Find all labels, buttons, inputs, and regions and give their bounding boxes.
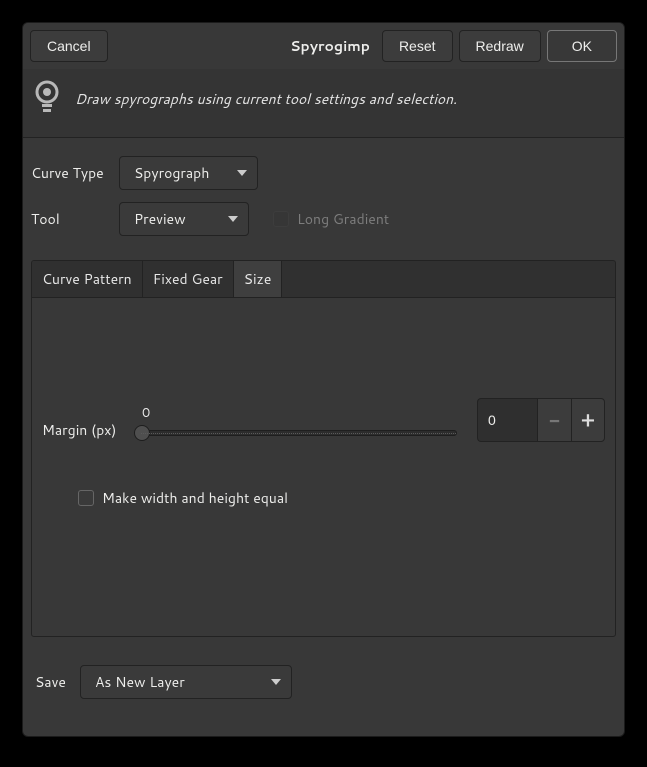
curve-type-combo[interactable]: Spyrograph — [119, 156, 258, 190]
margin-decrement-button[interactable]: − — [537, 398, 571, 442]
dialog-title: Spyrogimp — [114, 36, 370, 56]
equal-wh-checkbox[interactable] — [78, 490, 94, 506]
dialog-body: Curve Type Spyrograph Tool Preview Long … — [23, 138, 624, 736]
tab-fixed-gear[interactable]: Fixed Gear — [143, 261, 234, 297]
tab-curve-pattern[interactable]: Curve Pattern — [32, 261, 143, 297]
margin-label: Margin (px) — [42, 420, 117, 440]
save-combo[interactable]: As New Layer — [80, 665, 292, 699]
tab-strip-spacer — [282, 261, 615, 297]
curve-type-row: Curve Type Spyrograph — [27, 150, 620, 196]
tool-value: Preview — [134, 209, 186, 229]
margin-increment-button[interactable]: + — [571, 398, 605, 442]
hint-row: Draw spyrographs using current tool sett… — [23, 69, 624, 138]
save-value: As New Layer — [95, 672, 185, 692]
ok-button[interactable]: OK — [547, 30, 617, 62]
chevron-down-icon — [228, 216, 238, 222]
tab-strip: Curve Pattern Fixed Gear Size — [31, 260, 616, 297]
margin-input[interactable] — [477, 398, 537, 442]
tab-body-size: Margin (px) 0 − — [31, 297, 616, 637]
chevron-down-icon — [237, 170, 247, 176]
lightbulb-icon — [33, 79, 61, 119]
tab-size[interactable]: Size — [234, 261, 283, 297]
equal-wh-row: Make width and height equal — [78, 488, 288, 508]
tool-combo[interactable]: Preview — [119, 202, 249, 236]
save-label: Save — [35, 672, 66, 692]
hint-text: Draw spyrographs using current tool sett… — [75, 89, 457, 109]
tool-label: Tool — [31, 209, 109, 229]
plus-icon: + — [581, 406, 595, 434]
redraw-button[interactable]: Redraw — [459, 30, 541, 62]
margin-slider-thumb[interactable] — [134, 425, 150, 441]
margin-spinbox: − + — [477, 398, 605, 442]
tab-area: Curve Pattern Fixed Gear Size Margin (px… — [31, 260, 616, 637]
margin-slider-value: 0 — [142, 404, 457, 422]
chevron-down-icon — [271, 679, 281, 685]
minus-icon: − — [549, 406, 560, 434]
long-gradient-label: Long Gradient — [297, 209, 389, 229]
long-gradient-checkbox — [273, 211, 289, 227]
equal-wh-label: Make width and height equal — [102, 488, 288, 508]
margin-slider[interactable] — [140, 430, 457, 436]
tool-row: Tool Preview Long Gradient — [27, 196, 620, 242]
save-row: Save As New Layer — [27, 637, 620, 709]
cancel-button[interactable]: Cancel — [30, 30, 108, 62]
margin-control: Margin (px) 0 − — [42, 398, 605, 442]
curve-type-value: Spyrograph — [134, 163, 209, 183]
curve-type-label: Curve Type — [31, 163, 109, 183]
reset-button[interactable]: Reset — [382, 30, 453, 62]
spyrogimp-dialog: Cancel Spyrogimp Reset Redraw OK Draw sp… — [22, 22, 625, 737]
long-gradient-row: Long Gradient — [273, 209, 389, 229]
dialog-header: Cancel Spyrogimp Reset Redraw OK — [23, 23, 624, 69]
